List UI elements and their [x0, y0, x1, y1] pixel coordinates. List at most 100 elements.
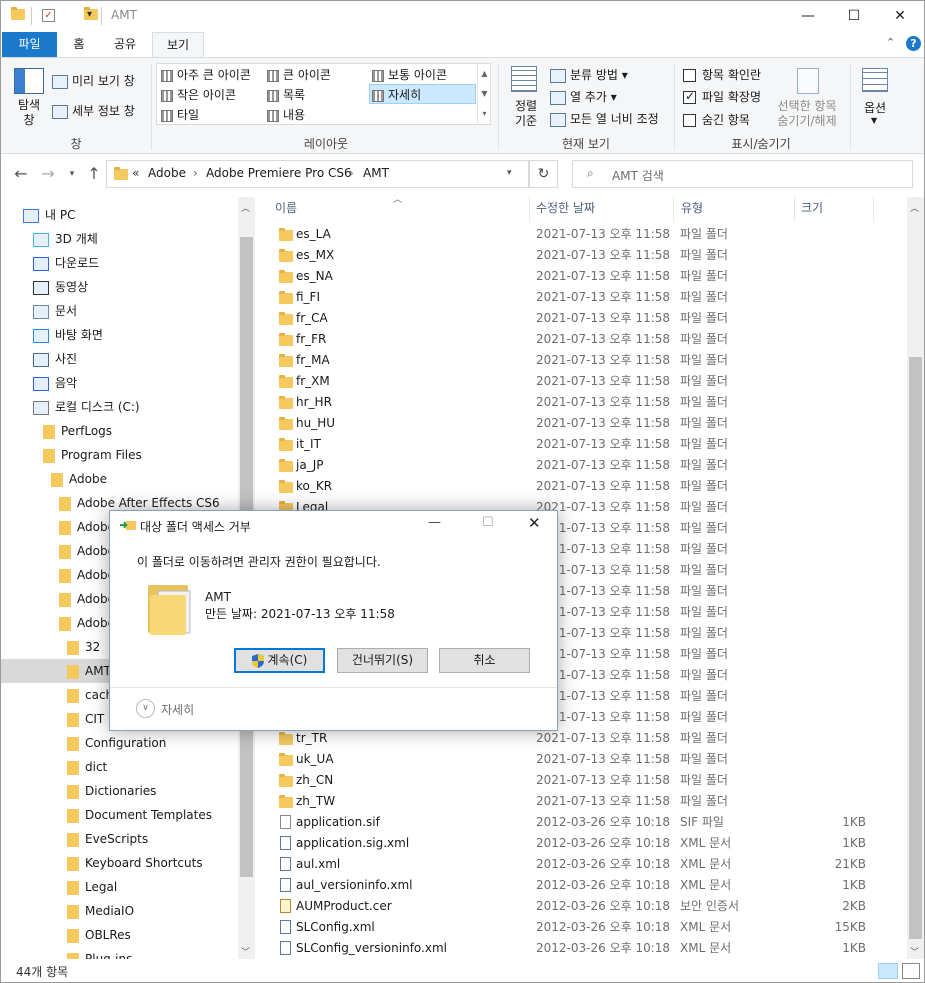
nav-item[interactable]: Adobe — [1, 467, 238, 491]
file-row[interactable]: it_IT 2021-07-13 오후 11:58 파일 폴더 — [271, 434, 871, 455]
chevron-right-icon[interactable]: › — [193, 166, 198, 180]
breadcrumb-premiere[interactable]: Adobe Premiere Pro CS6 — [206, 166, 352, 180]
nav-item[interactable]: 동영상 — [1, 275, 238, 299]
nav-item[interactable]: Configuration — [1, 731, 238, 755]
file-row[interactable]: application.sif 2012-03-26 오후 10:18 SIF 파일… — [271, 812, 871, 833]
file-row[interactable]: ja_JP 2021-07-13 오후 11:58 파일 폴더 — [271, 455, 871, 476]
chevron-right-icon[interactable]: › — [349, 166, 354, 180]
search-box[interactable]: ⌕ AMT 검색 — [572, 160, 913, 188]
nav-item[interactable]: 다운로드 — [1, 251, 238, 275]
options-dropdown-icon[interactable]: ▼ — [871, 116, 877, 125]
file-row[interactable]: zh_CN 2021-07-13 오후 11:58 파일 폴더 — [271, 770, 871, 791]
hide-selected-button[interactable]: 선택한 항목 숨기기/해제 — [771, 99, 843, 129]
nav-item[interactable]: Document Templates — [1, 803, 238, 827]
file-row[interactable]: hu_HU 2021-07-13 오후 11:58 파일 폴더 — [271, 413, 871, 434]
nav-item[interactable]: 문서 — [1, 299, 238, 323]
layout-extra-large-icons[interactable]: 아주 큰 아이콘 — [161, 66, 251, 83]
scrollbar-thumb[interactable] — [909, 357, 922, 939]
file-row[interactable]: ko_KR 2021-07-13 오후 11:58 파일 폴더 — [271, 476, 871, 497]
dialog-close-button[interactable]: ✕ — [528, 514, 541, 532]
search-input[interactable]: AMT 검색 — [612, 167, 664, 184]
nav-item[interactable]: EveScripts — [1, 827, 238, 851]
chevron-down-icon[interactable]: ∨ — [136, 699, 155, 718]
address-dropdown-icon[interactable]: ▾ — [507, 168, 512, 178]
breadcrumb-adobe[interactable]: Adobe — [148, 166, 186, 180]
layout-details[interactable]: 자세히 — [369, 84, 476, 104]
file-row[interactable]: hr_HR 2021-07-13 오후 11:58 파일 폴더 — [271, 392, 871, 413]
breadcrumb-amt[interactable]: AMT — [363, 166, 389, 180]
layout-content[interactable]: 내용 — [267, 106, 305, 123]
nav-item[interactable]: 사진 — [1, 347, 238, 371]
column-header-date[interactable]: 수정한 날짜 — [536, 197, 595, 221]
skip-button[interactable]: 건너뛰기(S) — [337, 648, 428, 673]
dialog-minimize-button[interactable]: — — [428, 515, 441, 530]
forward-button[interactable]: → — [37, 164, 59, 183]
tab-home[interactable]: 홈 — [63, 32, 95, 57]
properties-icon[interactable]: ✓ — [42, 9, 55, 22]
tab-file[interactable]: 파일 — [2, 32, 57, 57]
nav-item[interactable]: PerfLogs — [1, 419, 238, 443]
layout-medium-icons[interactable]: 보통 아이콘 — [372, 66, 447, 83]
nav-item[interactable]: Program Files — [1, 443, 238, 467]
hidden-items-toggle[interactable]: 숨긴 항목 — [683, 111, 750, 128]
gallery-scroll[interactable]: ▲ ▼ ▾ — [477, 64, 491, 124]
file-row[interactable]: aul.xml 2012-03-26 오후 10:18 XML 문서 21KB — [271, 854, 871, 875]
file-row[interactable]: zh_TW 2021-07-13 오후 11:58 파일 폴더 — [271, 791, 871, 812]
layout-list[interactable]: 목록 — [267, 86, 305, 103]
file-row[interactable]: fi_FI 2021-07-13 오후 11:58 파일 폴더 — [271, 287, 871, 308]
file-row[interactable]: SLConfig_versioninfo.xml 2012-03-26 오후 10… — [271, 938, 871, 959]
overflow-crumb[interactable]: « — [132, 166, 139, 180]
column-header-size[interactable]: 크기 — [801, 197, 823, 221]
minimize-button[interactable]: — — [785, 1, 831, 32]
nav-item[interactable]: Dictionaries — [1, 779, 238, 803]
continue-button[interactable]: 계속(C) — [234, 648, 325, 673]
file-row[interactable]: application.sig.xml 2012-03-26 오후 10:18 XM… — [271, 833, 871, 854]
close-button[interactable]: ✕ — [877, 1, 923, 32]
nav-item[interactable]: 내 PC — [1, 203, 238, 227]
tab-share[interactable]: 공유 — [105, 32, 145, 57]
scroll-up-icon[interactable]: ︿ — [910, 201, 919, 214]
file-row[interactable]: es_NA 2021-07-13 오후 11:58 파일 폴더 — [271, 266, 871, 287]
nav-item[interactable]: dict — [1, 755, 238, 779]
navigation-pane-button[interactable]: 탐색 창 — [13, 98, 45, 128]
file-row[interactable]: AUMProduct.cer 2012-03-26 오후 10:18 보안 인증서 2… — [271, 896, 871, 917]
details-view-icon[interactable] — [878, 963, 898, 979]
column-header-name[interactable]: 이름 — [275, 197, 297, 221]
sort-by-button[interactable]: 정렬 기준 — [506, 99, 546, 129]
nav-item[interactable]: 3D 개체 — [1, 227, 238, 251]
checkbox[interactable] — [683, 114, 696, 127]
layout-tiles[interactable]: 타일 — [161, 106, 199, 123]
dialog-maximize-button[interactable]: ☐ — [482, 515, 494, 530]
checkbox[interactable] — [683, 89, 696, 104]
options-button[interactable]: 옵션 — [856, 99, 894, 116]
nav-item[interactable]: OBLRes — [1, 923, 238, 947]
navigation-pane-icon[interactable] — [14, 68, 44, 94]
customize-qat-icon[interactable]: ▾ — [87, 9, 92, 20]
file-list-scrollbar[interactable]: ︿ ﹀ — [907, 197, 924, 959]
options-icon[interactable] — [862, 68, 888, 92]
recent-locations-icon[interactable]: ▾ — [61, 169, 83, 179]
file-row[interactable]: es_MX 2021-07-13 오후 11:58 파일 폴더 — [271, 245, 871, 266]
maximize-button[interactable]: ☐ — [831, 1, 877, 32]
large-icons-view-icon[interactable] — [902, 963, 920, 979]
add-columns-button[interactable]: 열 추가 ▾ — [550, 88, 617, 105]
file-extensions-toggle[interactable]: 파일 확장명 — [683, 88, 761, 105]
nav-item[interactable]: MediaIO — [1, 899, 238, 923]
nav-item[interactable]: 음악 — [1, 371, 238, 395]
file-row[interactable]: tr_TR 2021-07-13 오후 11:58 파일 폴더 — [271, 728, 871, 749]
scroll-down-icon[interactable]: ﹀ — [241, 945, 250, 958]
help-icon[interactable]: ? — [906, 36, 921, 51]
refresh-button[interactable]: ↻ — [529, 160, 558, 188]
file-row[interactable]: aul_versioninfo.xml 2012-03-26 오후 10:18 XM… — [271, 875, 871, 896]
nav-item[interactable]: Plug-ins — [1, 947, 238, 959]
preview-pane-button[interactable]: 미리 보기 창 — [52, 72, 135, 89]
file-row[interactable]: fr_CA 2021-07-13 오후 11:58 파일 폴더 — [271, 308, 871, 329]
details-pane-button[interactable]: 세부 정보 창 — [52, 102, 135, 119]
file-row[interactable]: fr_XM 2021-07-13 오후 11:58 파일 폴더 — [271, 371, 871, 392]
nav-item[interactable]: Keyboard Shortcuts — [1, 851, 238, 875]
address-bar[interactable]: « Adobe › Adobe Premiere Pro CS6 › AMT ▾ — [106, 160, 529, 188]
scroll-down-icon[interactable]: ﹀ — [910, 945, 919, 958]
more-details-button[interactable]: 자세히 — [161, 701, 194, 718]
layout-large-icons[interactable]: 큰 아이콘 — [267, 66, 331, 83]
layout-small-icons[interactable]: 작은 아이콘 — [161, 86, 236, 103]
